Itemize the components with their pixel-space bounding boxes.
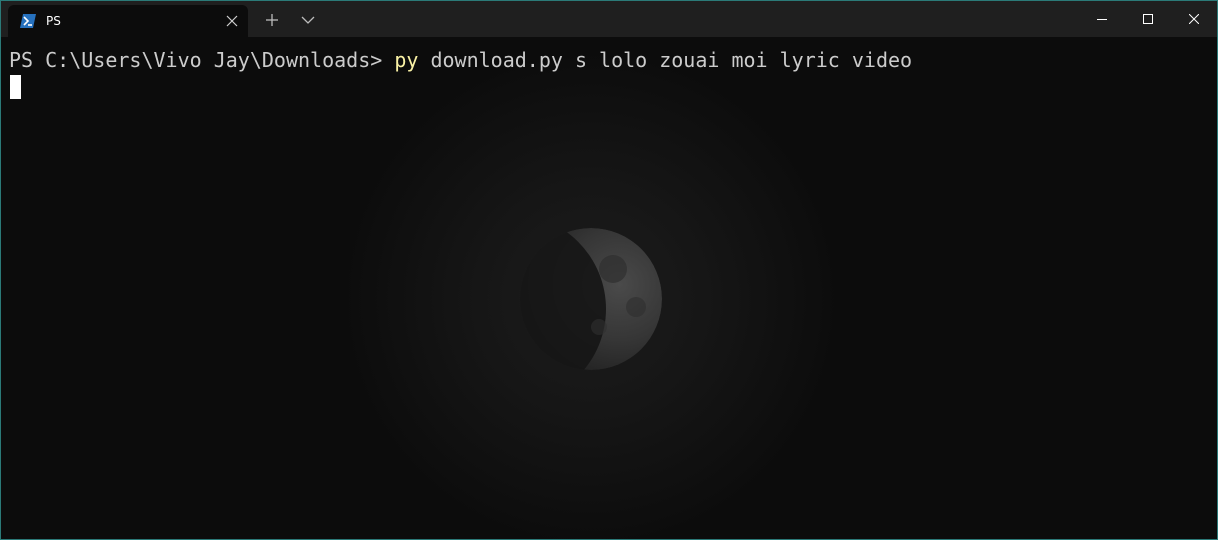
close-icon[interactable]	[224, 13, 240, 29]
terminal-line: PS C:\Users\Vivo Jay\Downloads> py downl…	[9, 48, 912, 72]
text-cursor	[10, 75, 21, 99]
command-text: py	[394, 48, 419, 72]
terminal-pane[interactable]: PS C:\Users\Vivo Jay\Downloads> py downl…	[1, 37, 1217, 539]
moon-icon	[341, 49, 841, 539]
title-bar: PS	[1, 1, 1217, 37]
maximize-icon	[1143, 14, 1153, 24]
terminal-window: PS PS C:\Users\Vivo Jay\Downloads> py do…	[0, 0, 1218, 540]
command-arguments: download.py s lolo zouai moi lyric video	[418, 48, 913, 72]
prompt-text: PS C:\Users\Vivo Jay\Downloads>	[9, 48, 395, 72]
chevron-down-icon[interactable]	[300, 13, 316, 27]
close-icon	[1189, 14, 1199, 24]
maximize-button[interactable]	[1125, 1, 1171, 37]
close-button[interactable]	[1171, 1, 1217, 37]
tab-title: PS	[46, 14, 61, 28]
minimize-icon	[1097, 19, 1107, 20]
plus-icon[interactable]	[264, 12, 280, 28]
powershell-icon	[20, 14, 36, 28]
tab-ps[interactable]: PS	[8, 5, 248, 37]
minimize-button[interactable]	[1079, 1, 1125, 37]
